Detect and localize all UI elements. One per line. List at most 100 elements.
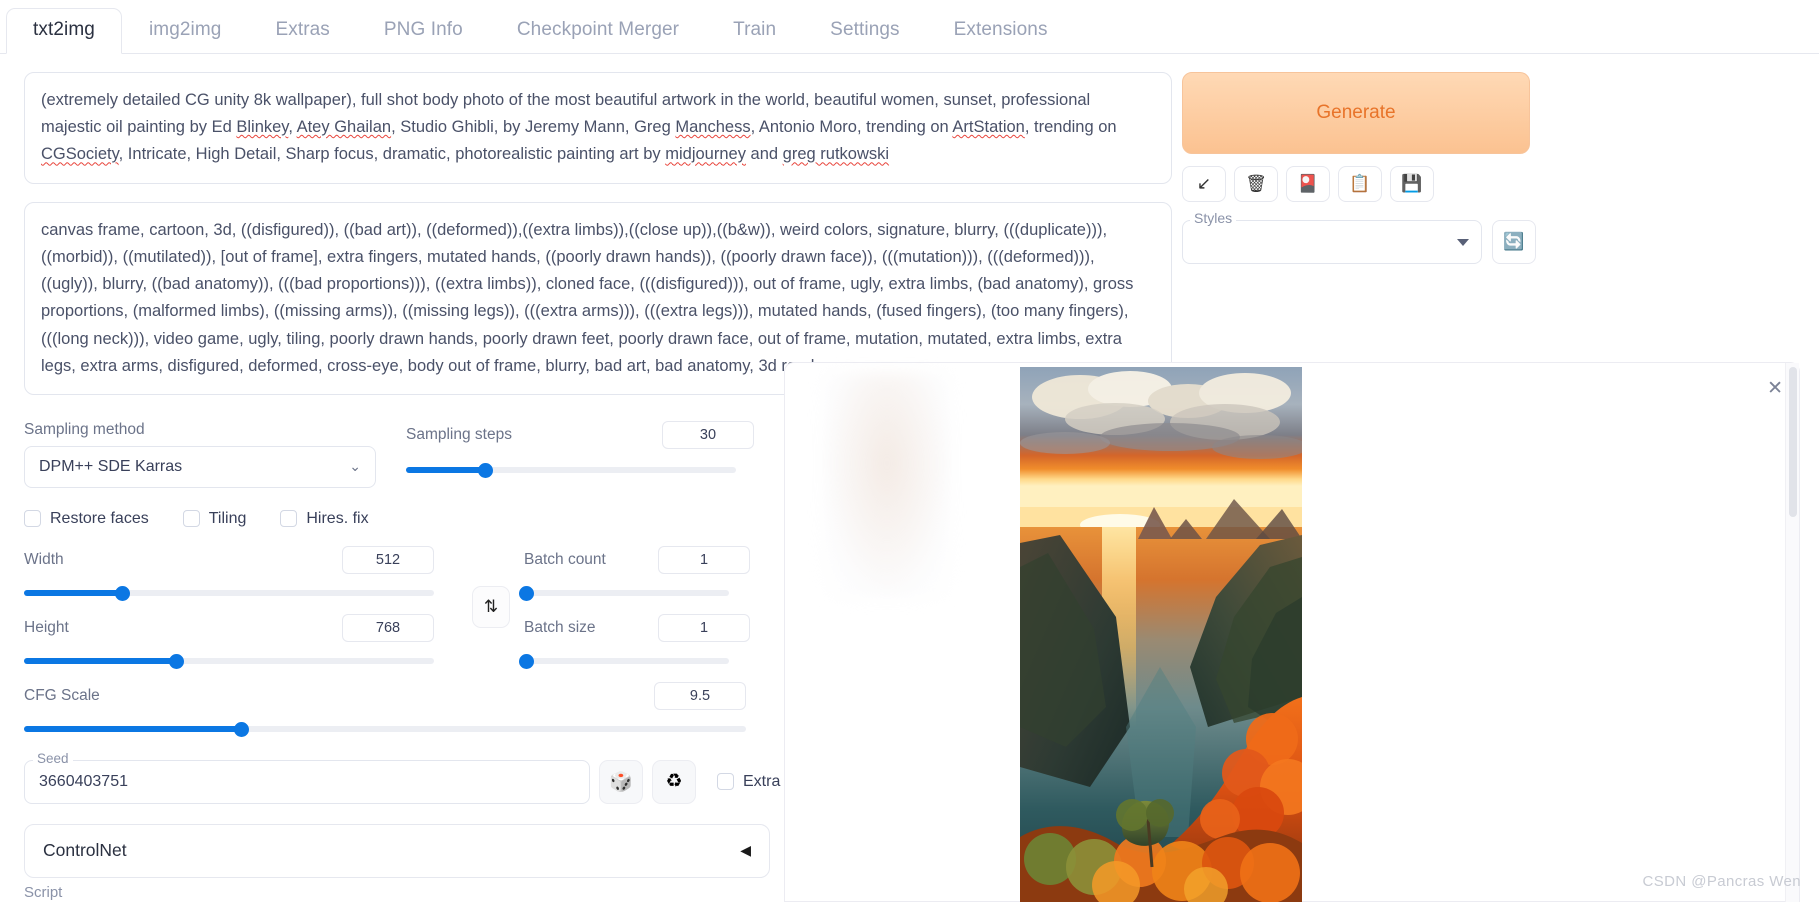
- reuse-seed-button[interactable]: ♻: [652, 759, 696, 804]
- prompt-text-seg4: , Antonio Moro, trending on: [750, 118, 953, 137]
- save-icon: 💾: [1401, 174, 1423, 193]
- random-seed-button[interactable]: 🎲: [599, 759, 643, 804]
- cfg-scale-label: CFG Scale: [24, 686, 100, 704]
- recycle-icon: ♻: [665, 771, 683, 793]
- batch-size-value[interactable]: 1: [658, 613, 750, 642]
- main-tab-bar: txt2img img2img Extras PNG Info Checkpoi…: [0, 0, 1819, 54]
- refresh-styles-button[interactable]: 🔄: [1492, 220, 1536, 264]
- swap-arrows-icon: ⇅: [483, 596, 499, 616]
- show-extra-networks-button[interactable]: 🎴: [1286, 166, 1330, 202]
- batch-count-value[interactable]: 1: [658, 545, 750, 574]
- seed-input[interactable]: 3660403751: [24, 759, 590, 804]
- generated-image-artwork: [1020, 367, 1302, 902]
- sampling-steps-value[interactable]: 30: [662, 420, 754, 449]
- batch-group: Batch count 1 Batch size 1: [519, 545, 750, 669]
- width-label: Width: [24, 550, 64, 568]
- slider-knob[interactable]: [168, 653, 184, 669]
- hires-fix-label: Hires. fix: [306, 509, 369, 527]
- script-label: Script: [24, 883, 63, 901]
- width-value[interactable]: 512: [342, 545, 434, 574]
- clear-prompt-button[interactable]: 🗑: [1234, 166, 1278, 202]
- prompt-text-seg7: and: [745, 145, 783, 164]
- batch-size-slider[interactable]: [519, 653, 729, 669]
- prompt-text-midjourney: midjourney: [665, 145, 746, 164]
- trash-icon: 🗑: [1245, 174, 1267, 193]
- checkbox-box: [182, 510, 200, 528]
- slider-knob[interactable]: [519, 585, 535, 601]
- slider-fill: [24, 589, 123, 596]
- seed-label: Seed: [33, 750, 73, 766]
- stable-diffusion-webui: txt2img img2img Extras PNG Info Checkpoi…: [0, 0, 1819, 902]
- prompt-text-seg6: , Intricate, High Detail, Sharp focus, d…: [118, 145, 666, 164]
- slider-fill: [24, 725, 241, 732]
- slider-knob[interactable]: [115, 585, 131, 601]
- slider-fill: [406, 466, 486, 473]
- chevron-down-icon: ⌄: [349, 458, 361, 475]
- send-to-button[interactable]: ↙: [1182, 166, 1226, 202]
- cfg-scale-value[interactable]: 9.5: [654, 681, 746, 710]
- tiling-label: Tiling: [208, 509, 247, 527]
- toggles-row: Restore faces Tiling Hires. fix: [24, 510, 784, 528]
- seed-value: 3660403751: [39, 772, 128, 790]
- slider-knob[interactable]: [519, 653, 535, 669]
- extra-seed-checkbox[interactable]: Extra: [717, 773, 780, 791]
- hires-fix-checkbox[interactable]: Hires. fix: [280, 509, 369, 528]
- generation-settings: Sampling method DPM++ SDE Karras ⌄ Sampl…: [24, 420, 784, 901]
- prompt-input[interactable]: (extremely detailed CG unity 8k wallpape…: [24, 72, 1172, 184]
- width-slider[interactable]: [24, 585, 434, 601]
- checkbox-box: [280, 510, 298, 528]
- tab-img2img[interactable]: img2img: [122, 8, 249, 54]
- tiling-checkbox[interactable]: Tiling: [182, 509, 247, 528]
- sampling-method-label: Sampling method: [24, 420, 145, 438]
- prompt-toolbar: ↙ 🗑 🎴 📋 💾: [1182, 166, 1778, 202]
- cfg-scale-slider[interactable]: [24, 721, 746, 737]
- swap-dimensions-button[interactable]: ⇅: [472, 585, 510, 628]
- sampling-steps-slider[interactable]: [406, 462, 736, 478]
- tab-txt2img[interactable]: txt2img: [6, 8, 122, 54]
- height-value[interactable]: 768: [342, 613, 434, 642]
- sampling-steps-label: Sampling steps: [406, 425, 512, 443]
- gallery-scrollbar[interactable]: [1785, 363, 1799, 902]
- styles-field: Styles: [1182, 210, 1482, 264]
- chevron-down-icon: [1457, 238, 1469, 246]
- batch-count-slider[interactable]: [519, 585, 729, 601]
- sampling-steps-group: Sampling steps 30: [406, 420, 754, 488]
- tab-extensions[interactable]: Extensions: [927, 8, 1075, 54]
- styles-dropdown[interactable]: [1182, 220, 1482, 264]
- slider-knob[interactable]: [478, 462, 494, 478]
- close-icon[interactable]: ✕: [1767, 379, 1783, 398]
- tab-png-info[interactable]: PNG Info: [357, 8, 490, 54]
- slider-track: [524, 589, 729, 596]
- card-icon: 🎴: [1297, 174, 1319, 193]
- prompt-text-seg5: , trending on: [1024, 118, 1117, 137]
- prompt-text-manchess: Manchess: [675, 118, 751, 137]
- slider-fill: [24, 657, 176, 664]
- generate-button[interactable]: Generate: [1182, 72, 1530, 154]
- prompt-text-blinkey: Blinkey: [236, 118, 289, 137]
- slider-track: [524, 657, 729, 664]
- height-slider[interactable]: [24, 653, 434, 669]
- dimensions-group: Width 512 Height 768: [24, 545, 442, 669]
- tab-train[interactable]: Train: [706, 8, 803, 54]
- checkbox-box: [24, 510, 41, 528]
- triangle-left-icon: ◀: [740, 842, 751, 859]
- scrollbar-thumb[interactable]: [1789, 367, 1797, 517]
- gallery-thumbnail-placeholder: [823, 373, 951, 599]
- tab-checkpoint-merger[interactable]: Checkpoint Merger: [490, 8, 706, 54]
- refresh-icon: 🔄: [1503, 232, 1525, 251]
- result-gallery-panel: ✕: [784, 362, 1800, 902]
- height-label: Height: [24, 618, 69, 636]
- extra-label: Extra: [743, 772, 781, 790]
- tab-extras[interactable]: Extras: [248, 8, 356, 54]
- restore-faces-checkbox[interactable]: Restore faces: [24, 510, 149, 528]
- cfg-scale-group: CFG Scale 9.5: [24, 681, 746, 737]
- restore-faces-label: Restore faces: [50, 509, 149, 527]
- tab-settings[interactable]: Settings: [803, 8, 926, 54]
- controlnet-accordion[interactable]: ControlNet ◀: [24, 823, 770, 878]
- apply-style-button[interactable]: 📋: [1338, 166, 1382, 202]
- sampling-method-select[interactable]: DPM++ SDE Karras ⌄: [24, 445, 376, 488]
- slider-knob[interactable]: [233, 721, 249, 737]
- save-style-button[interactable]: 💾: [1390, 166, 1434, 202]
- sampling-method-group: Sampling method DPM++ SDE Karras ⌄: [24, 421, 406, 488]
- generated-image[interactable]: [1020, 367, 1302, 902]
